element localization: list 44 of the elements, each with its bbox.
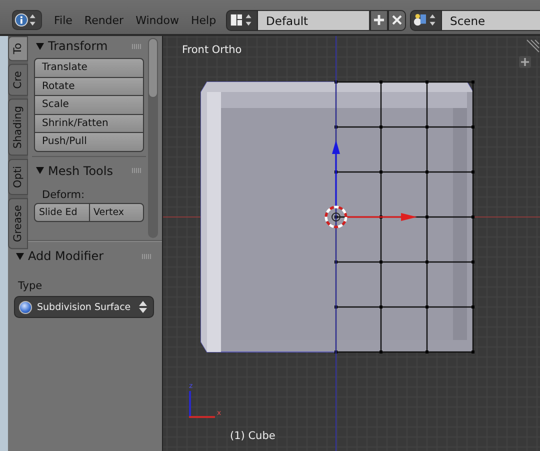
corner-grip-icon[interactable] [526, 40, 540, 52]
layout-name-field[interactable]: Default [258, 10, 370, 30]
view-name-label: Front Ortho [182, 44, 242, 56]
object-name-label: (1) Cube [230, 430, 276, 442]
scene-selector-button[interactable] [410, 10, 442, 30]
panel-title: Transform [48, 39, 109, 53]
editor-type-button[interactable] [12, 10, 42, 30]
drag-grip-icon[interactable] [132, 44, 142, 48]
tool-button[interactable]: Push/Pull [34, 132, 144, 152]
tool-button[interactable]: Rotate [34, 76, 144, 96]
tool-tab[interactable]: Opti [8, 158, 28, 195]
field-label: Type [17, 279, 44, 294]
scene-name-field[interactable]: Scene [442, 10, 540, 30]
right-arrow-icon[interactable] [345, 213, 417, 221]
modifier-type-dropdown[interactable]: Subdivision Surface [14, 296, 154, 318]
3d-cursor-icon[interactable] [324, 206, 348, 228]
plus-icon [521, 58, 529, 66]
tool-button[interactable]: Translate [34, 58, 144, 78]
tool-tab[interactable]: To [8, 36, 28, 62]
tool-tab[interactable]: Grease [8, 198, 28, 249]
tool-button[interactable]: Scale [34, 95, 144, 114]
drag-grip-icon[interactable] [142, 254, 152, 258]
scrollbar-thumb[interactable] [148, 38, 158, 98]
tool-button[interactable]: Vertex [88, 202, 144, 222]
sphere-icon [19, 300, 32, 314]
expand-triangle-icon[interactable] [36, 42, 44, 50]
tool-button[interactable]: Slide Ed [34, 202, 90, 222]
panel-title: Mesh Tools [48, 164, 114, 178]
tool-tab[interactable]: Shading [8, 98, 28, 156]
panel-title: Add Modifier [28, 249, 105, 263]
plus-icon [373, 14, 386, 26]
expand-triangle-icon[interactable] [36, 167, 44, 174]
axis-gizmo-icon [189, 391, 215, 418]
section-label: Deform: [41, 188, 86, 202]
tool-button[interactable]: Shrink/Fatten [34, 114, 144, 133]
close-button[interactable] [388, 10, 406, 30]
up-down-arrows-icon [139, 301, 147, 313]
cube-mesh-drawing[interactable] [200, 80, 474, 354]
screen-layout-button[interactable] [226, 10, 258, 30]
add-button[interactable] [370, 10, 388, 30]
close-icon [391, 14, 404, 26]
expand-triangle-icon[interactable] [16, 252, 24, 260]
drag-grip-icon[interactable] [132, 168, 142, 173]
tool-tab[interactable]: Cre [8, 64, 28, 96]
